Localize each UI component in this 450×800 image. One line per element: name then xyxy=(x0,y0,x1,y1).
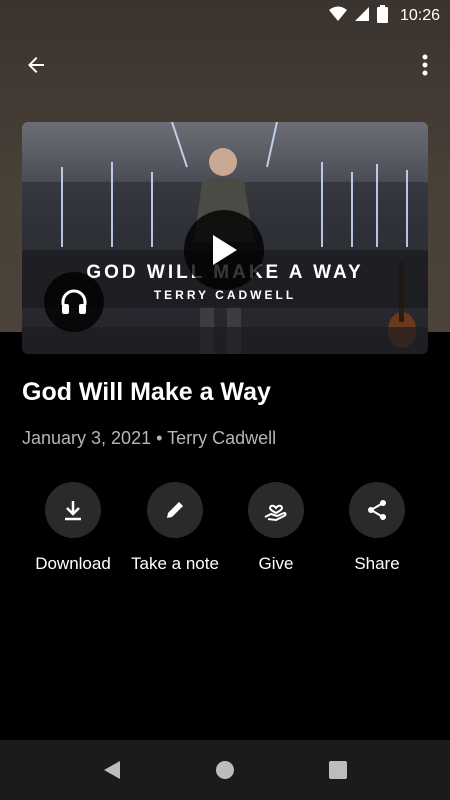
pencil-icon xyxy=(167,502,183,518)
wifi-icon xyxy=(328,6,347,27)
download-label: Download xyxy=(35,554,111,573)
share-icon xyxy=(368,500,386,520)
nav-back-icon xyxy=(104,761,120,779)
nav-home-icon xyxy=(216,761,234,779)
download-icon xyxy=(65,501,81,521)
give-heart-hand-icon xyxy=(264,504,287,522)
audio-button[interactable] xyxy=(44,272,104,332)
share-label: Share xyxy=(354,554,400,573)
take-note-button[interactable]: Take a note xyxy=(120,482,230,574)
sermon-title: God Will Make a Way xyxy=(22,378,271,406)
headphones-icon xyxy=(61,289,87,314)
arrow-back-icon xyxy=(28,57,44,73)
download-circle[interactable] xyxy=(45,482,101,538)
nav-recents-button[interactable] xyxy=(326,758,350,782)
more-vert-icon xyxy=(422,54,428,76)
give-circle[interactable] xyxy=(248,482,304,538)
back-button[interactable] xyxy=(16,48,56,82)
give-label: Give xyxy=(258,554,294,573)
give-button[interactable]: Give xyxy=(221,482,331,574)
share-button[interactable]: Share xyxy=(322,482,432,574)
status-bar: 10:26 xyxy=(0,0,450,32)
cell-signal-icon xyxy=(354,6,369,27)
download-button[interactable]: Download xyxy=(18,482,128,574)
battery-icon xyxy=(376,4,388,28)
nav-recents-icon xyxy=(329,761,347,779)
take-note-circle[interactable] xyxy=(147,482,203,538)
share-circle[interactable] xyxy=(349,482,405,538)
take-note-label: Take a note xyxy=(131,554,219,573)
status-time: 10:26 xyxy=(399,7,440,24)
more-options-button[interactable] xyxy=(410,48,440,82)
action-row: Download Take a note Give Share xyxy=(0,482,450,582)
nav-back-button[interactable] xyxy=(100,758,124,782)
nav-home-button[interactable] xyxy=(213,758,237,782)
system-nav-bar xyxy=(0,740,450,800)
video-thumbnail[interactable]: GOD WILL MAKE A WAY TERRY CADWELL xyxy=(22,122,428,354)
play-button[interactable] xyxy=(184,210,264,290)
sermon-meta: January 3, 2021 • Terry Cadwell xyxy=(22,428,277,448)
play-icon xyxy=(213,235,237,265)
